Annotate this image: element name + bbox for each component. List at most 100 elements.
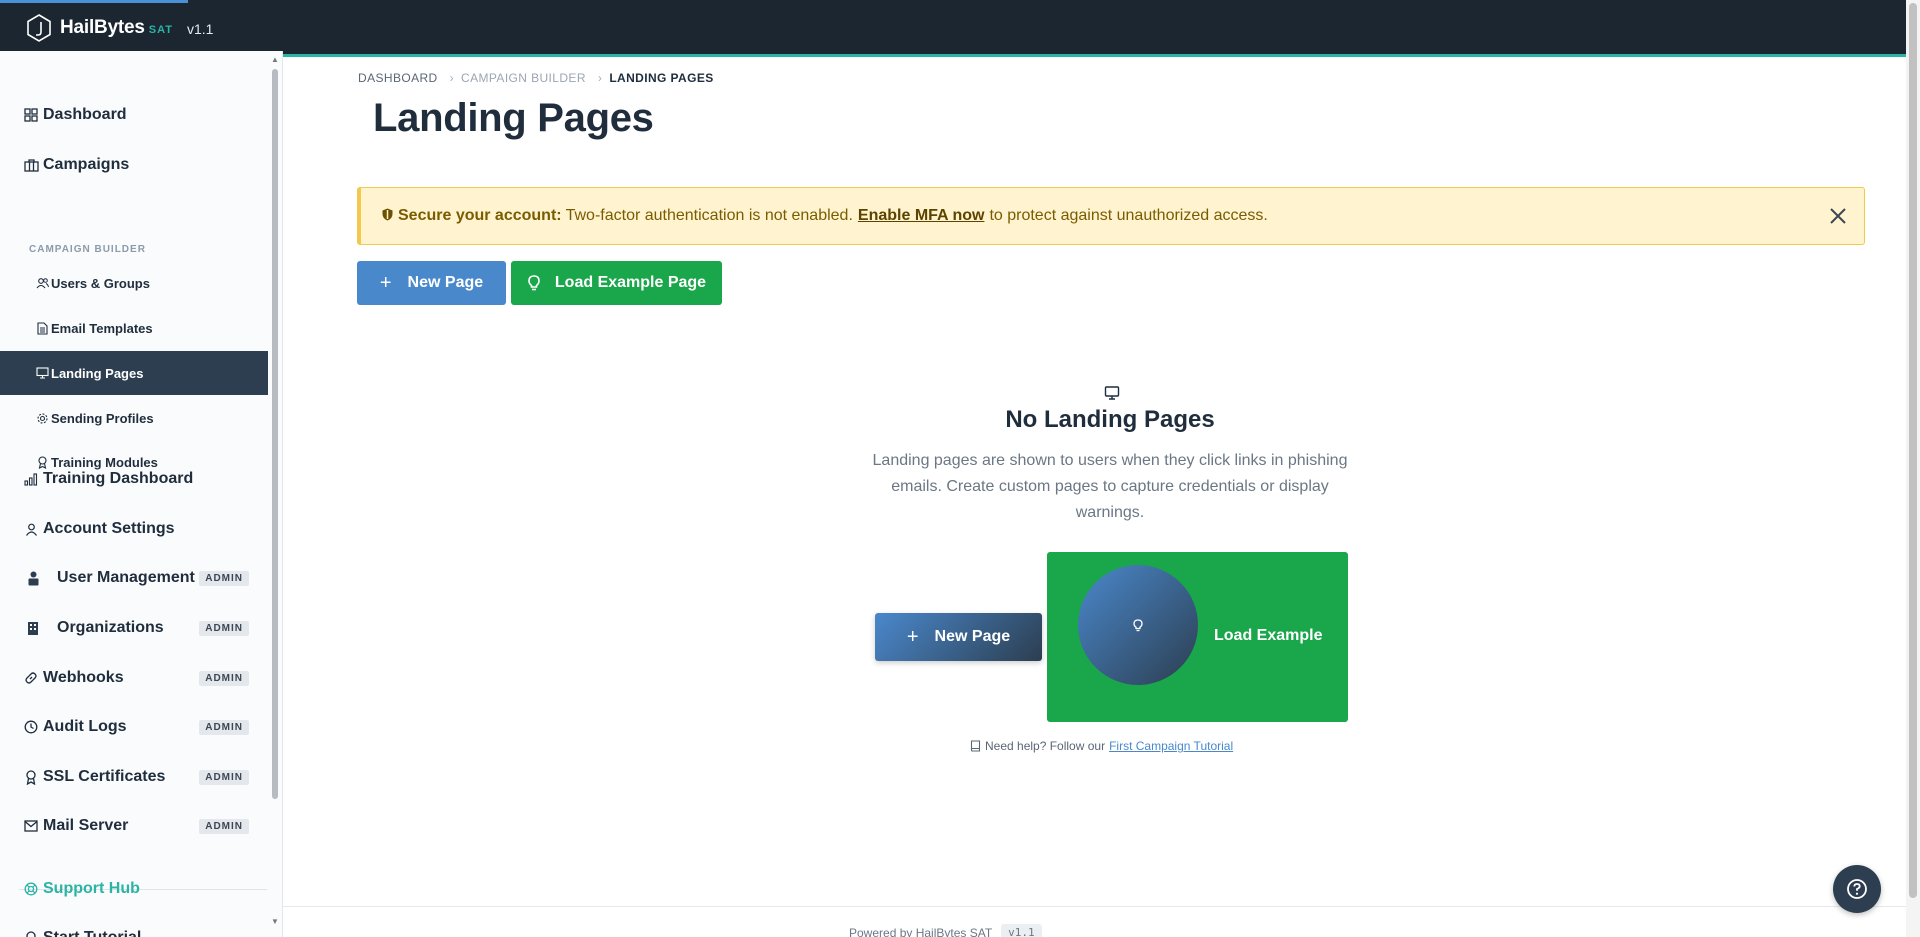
sidebar-item-label: Training Dashboard [43,470,194,487]
breadcrumb-separator: › [597,71,603,85]
sidebar-item-training-dashboard[interactable]: Training Dashboard [0,459,268,499]
bar-chart-icon [23,471,39,487]
empty-state-title: No Landing Pages [1005,406,1215,433]
admin-badge: ADMIN [199,818,249,834]
load-example-label: Load Example [1214,627,1323,644]
monitor-icon [1104,386,1120,400]
sidebar-item-organizations[interactable]: Organizations ADMIN [0,608,268,648]
sidebar-item-label: User Management [57,569,195,586]
empty-state-description: Landing pages are shown to users when th… [872,452,1348,521]
sidebar-item-label: Email Templates [51,320,153,336]
grid-icon [23,107,39,123]
new-page-label: New Page [407,274,484,291]
scroll-down-arrow-icon[interactable]: ▼ [271,917,279,926]
breadcrumb-landing-pages: LANDING PAGES [609,71,714,85]
sidebar-item-landing-pages[interactable]: Landing Pages [0,351,268,395]
lightbulb-icon [528,275,540,291]
admin-badge: ADMIN [199,670,249,686]
new-page-button[interactable]: + New Page [357,261,506,305]
app-suffix: SAT [148,24,173,36]
app-version: v1.1 [186,21,214,37]
user-icon [23,521,39,537]
sidebar-item-ssl-certificates[interactable]: SSL Certificates ADMIN [0,757,268,797]
users-icon [35,275,49,291]
plus-icon: + [379,271,392,294]
sidebar-item-webhooks[interactable]: Webhooks ADMIN [0,658,268,698]
sidebar-item-label: Webhooks [43,669,124,686]
new-page-label: New Page [934,628,1011,645]
file-icon [35,320,49,336]
user-lock-icon [25,570,41,586]
sidebar-item-label: Sending Profiles [51,410,154,426]
scroll-up-arrow-icon[interactable]: ▲ [271,55,279,64]
mail-icon [23,818,39,834]
empty-load-example-button[interactable]: Load Example [1047,552,1348,722]
sidebar-item-label: Mail Server [43,817,129,834]
lifebuoy-icon [23,881,39,897]
gear-icon [35,410,49,426]
footer: Powered by HailBytes SAT v1.1 [849,924,1042,937]
breadcrumb: DASHBOARD › CAMPAIGN BUILDER › LANDING P… [358,71,714,85]
page-scrollbar[interactable] [1906,0,1920,937]
sidebar-item-dashboard[interactable]: Dashboard [0,95,268,135]
sidebar-item-start-tutorial[interactable]: Start Tutorial [0,918,268,937]
load-example-page-button[interactable]: Load Example Page [511,261,722,305]
book-icon [970,740,981,752]
footer-version-badge: v1.1 [1001,924,1042,937]
empty-new-page-button[interactable]: + New Page [875,613,1042,661]
breadcrumb-separator: › [449,71,455,85]
sidebar-item-campaigns[interactable]: Campaigns [0,145,268,185]
first-campaign-tutorial-link[interactable]: First Campaign Tutorial [1109,739,1233,753]
top-navbar: HailBytes SAT v1.1 [0,0,1906,57]
alert-title: Secure your account: [398,207,562,224]
sidebar-item-support-hub[interactable]: Support Hub [0,869,268,909]
alert-text: Two-factor authentication is not enabled… [565,207,853,224]
breadcrumb-dashboard[interactable]: DASHBOARD [358,71,438,85]
sidebar-scrollbar-thumb[interactable] [272,69,278,799]
close-icon[interactable] [1825,203,1851,229]
page-title: Landing Pages [373,96,654,140]
sidebar-item-label: Campaigns [43,156,130,173]
briefcase-icon [23,157,39,173]
sidebar-item-sending-profiles[interactable]: Sending Profiles [0,396,268,440]
admin-badge: ADMIN [199,719,249,735]
sidebar-item-label: Audit Logs [43,718,127,735]
sidebar-item-label: Account Settings [43,520,175,537]
lightbulb-circle [1078,565,1198,685]
monitor-icon [35,365,49,381]
lightbulb-icon [1133,618,1143,631]
sidebar-item-label: Users & Groups [51,275,150,291]
sidebar-item-mail-server[interactable]: Mail Server ADMIN [0,806,268,846]
mfa-warning-alert: Secure your account: Two-factor authenti… [357,187,1865,245]
footer-divider [283,906,1906,907]
enable-mfa-link[interactable]: Enable MFA now [858,207,985,225]
help-fab-button[interactable] [1833,865,1881,913]
admin-badge: ADMIN [199,620,249,636]
brand[interactable]: HailBytes SAT v1.1 [26,14,213,42]
loading-progress-bar [0,0,188,3]
sidebar-item-email-templates[interactable]: Email Templates [0,306,268,350]
page-scrollbar-thumb[interactable] [1909,3,1917,898]
sidebar-item-label: Landing Pages [51,365,144,381]
app-name: HailBytes [60,17,145,38]
section-label-campaign-builder: CAMPAIGN BUILDER [29,244,146,255]
load-example-label: Load Example Page [554,274,707,291]
help-circle-icon [1847,879,1867,899]
alert-text-after: to protect against unauthorized access. [989,207,1268,224]
clock-icon [23,719,39,735]
footer-powered-by: Powered by HailBytes SAT [849,925,993,937]
sidebar-scrollbar[interactable]: ▲ ▼ [268,51,282,937]
building-icon [25,620,41,636]
sidebar-item-label: Start Tutorial [43,929,141,937]
sidebar-item-user-management[interactable]: User Management ADMIN [0,558,268,598]
breadcrumb-campaign-builder[interactable]: CAMPAIGN BUILDER [461,71,586,85]
sidebar-item-audit-logs[interactable]: Audit Logs ADMIN [0,707,268,747]
award-icon [23,769,39,785]
sidebar-item-label: SSL Certificates [43,768,166,785]
sidebar-item-account-settings[interactable]: Account Settings [0,509,268,549]
help-prefix: Need help? Follow our [985,739,1106,753]
plus-icon: + [906,625,919,648]
sidebar-item-label: Dashboard [43,106,127,123]
sidebar-item-users-groups[interactable]: Users & Groups [0,261,268,305]
admin-badge: ADMIN [199,570,249,586]
